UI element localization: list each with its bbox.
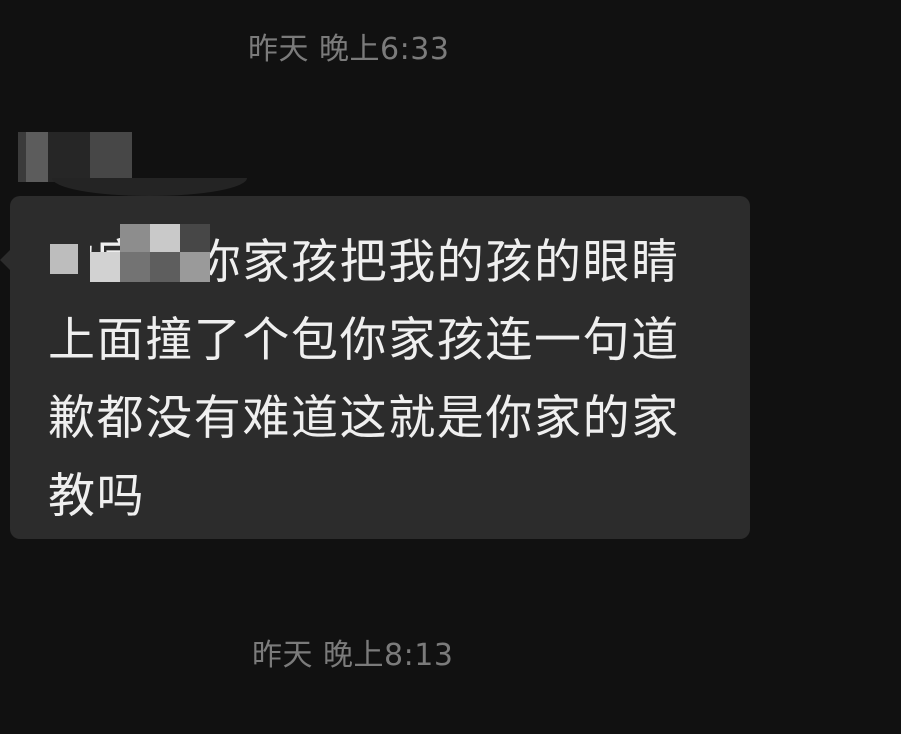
sender-name-redacted	[52, 178, 247, 196]
redacted-text-mosaic	[40, 218, 210, 282]
blurred-avatar-icon[interactable]	[18, 132, 138, 182]
bubble-tail	[0, 248, 12, 272]
chat-screen: 昨天 晚上6:33 的家长你家孩把我的孩的眼睛上面撞了个包你家孩连一句道歉都没有…	[0, 0, 901, 734]
timestamp-top: 昨天 晚上6:33	[248, 32, 450, 67]
timestamp-bottom: 昨天 晚上8:13	[252, 638, 454, 673]
message-bubble[interactable]: 的家长你家孩把我的孩的眼睛上面撞了个包你家孩连一句道歉都没有难道这就是你家的家教…	[0, 196, 750, 539]
